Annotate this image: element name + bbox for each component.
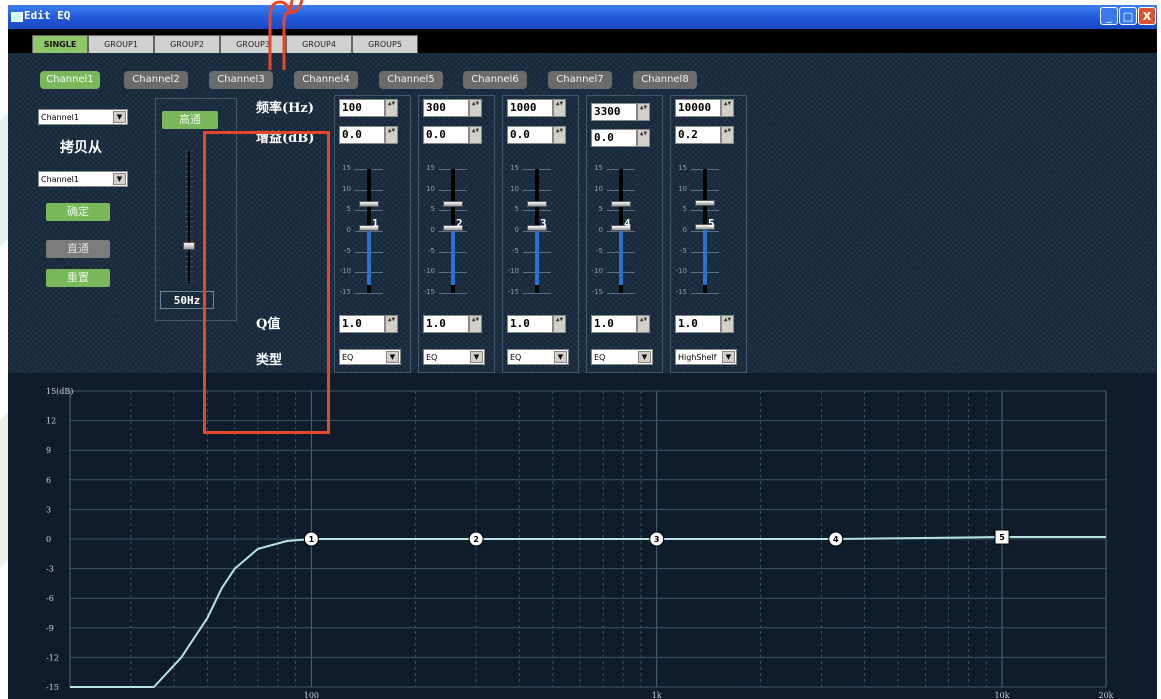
annotation-arrow	[268, 0, 304, 70]
screen: Edit EQ _ □ X SINGLE GROUP1 GROUP2 GROUP…	[0, 0, 1161, 699]
